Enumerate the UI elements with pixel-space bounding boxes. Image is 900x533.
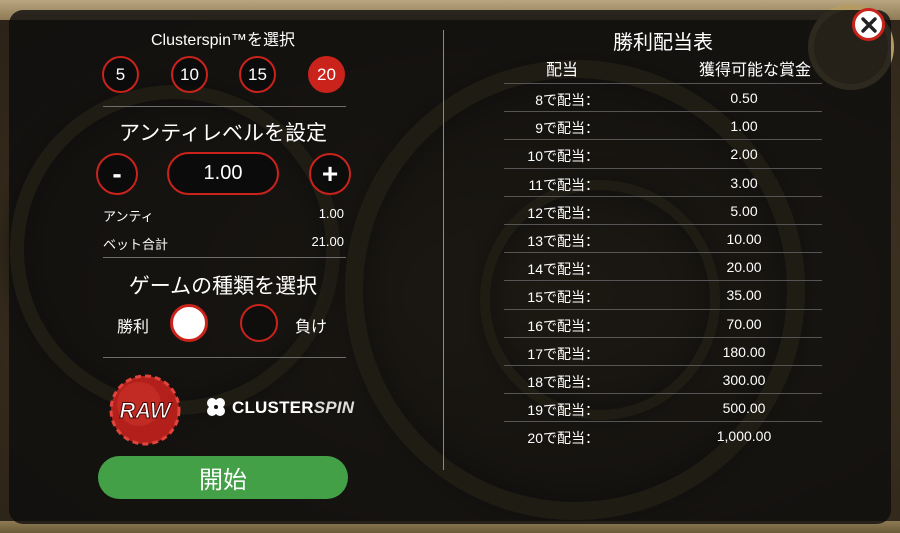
paytable-row-value: 180.00: [722, 343, 766, 360]
paytable-row: 10で配当： 2.00: [504, 139, 822, 167]
paytable-row: 20で配当： 1,000.00: [504, 421, 822, 449]
raw-logo: RAW: [109, 374, 181, 446]
ante-label: アンティ: [103, 209, 154, 224]
paytable-row: 11で配当： 3.00: [504, 167, 822, 196]
ante-decrease-button[interactable]: -: [96, 153, 138, 195]
paytable-row-label: 17で配当：: [527, 345, 599, 362]
paytable-row-label: 14で配当：: [527, 261, 599, 278]
paytable-row-label: 16で配当：: [527, 317, 599, 334]
clover-icon: [207, 398, 225, 416]
paytable-row-value: 1.00: [730, 118, 758, 135]
paytable-row-value: 500.00: [722, 400, 766, 417]
close-button[interactable]: [852, 8, 885, 41]
paytable-row: 17で配当： 180.00: [504, 336, 822, 365]
ante-increase-button[interactable]: +: [309, 153, 351, 195]
win-radio[interactable]: [170, 304, 208, 342]
paytable-row-value: 0.50: [730, 90, 758, 106]
paytable-row-value: 10.00: [726, 230, 762, 247]
paytable-row-label: 10で配当：: [527, 148, 599, 165]
clusterspin-title: Clusterspin™を選択: [150, 32, 296, 49]
close-icon: [860, 16, 877, 33]
paytable-row: 16で配当： 70.00: [504, 308, 822, 337]
paytable-row-label: 18で配当：: [527, 373, 599, 390]
paytable-row-label: 12で配当：: [527, 204, 599, 221]
clusterspin-option-20[interactable]: 20: [308, 56, 345, 93]
panel-divider: [443, 30, 444, 470]
paytable-row-value: 2.00: [730, 146, 758, 163]
paytable-row: 18で配当： 300.00: [504, 364, 822, 393]
paytable-row: 13で配当： 10.00: [504, 223, 822, 252]
bet-settings-panel: Clusterspin™を選択 5 10 15 20 アンティレベルを設定 - …: [0, 0, 443, 533]
paytable-row-label: 11で配当：: [528, 176, 599, 193]
paytable-row-value: 35.00: [726, 287, 762, 304]
paytable-row-label: 13で配当：: [527, 232, 599, 249]
paytable-col-prize: 獲得可能な賞金: [699, 62, 812, 79]
cs-logo-bold: CLUSTER: [232, 398, 314, 417]
clusterspin-option-5[interactable]: 5: [102, 56, 139, 93]
paytable-row-value: 1,000.00: [716, 428, 772, 445]
game-type-title: ゲームの種類を選択: [128, 275, 318, 298]
lose-radio[interactable]: [240, 304, 278, 342]
paytable-row-value: 70.00: [726, 315, 762, 332]
total-bet-label: ベット合計: [103, 237, 169, 252]
paytable-rows: 8で配当： 0.50 9で配当： 1.00 10で配当： 2.00 11で配当： 3.00 12…: [504, 83, 822, 449]
total-bet-amount: 21.00: [311, 234, 344, 249]
ante-value-display: 1.00: [167, 152, 279, 195]
ante-amount: 1.00: [318, 206, 344, 221]
paytable-row: 14で配当： 20.00: [504, 252, 822, 280]
paytable-row: 19で配当： 500.00: [504, 393, 822, 421]
paytable-row-value: 20.00: [726, 259, 762, 276]
cs-logo-italic: SPIN: [313, 398, 355, 417]
clusterspin-option-10[interactable]: 10: [171, 56, 208, 93]
divider: [103, 257, 346, 258]
paytable-col-payout: 配当: [546, 62, 579, 79]
clusterspin-option-15[interactable]: 15: [239, 56, 276, 93]
paytable-row: 15で配当： 35.00: [504, 280, 822, 308]
paytable-row-label: 8で配当：: [535, 92, 599, 108]
paytable-row-label: 19で配当：: [527, 402, 599, 419]
paytable-row-label: 20で配当：: [527, 430, 599, 447]
win-label: 勝利: [117, 319, 150, 336]
paytable-row: 12で配当： 5.00: [504, 195, 822, 224]
start-button[interactable]: 開始: [98, 456, 348, 499]
paytable-row: 8で配当： 0.50: [504, 83, 822, 111]
paytable-row-value: 300.00: [722, 371, 766, 388]
ante-level-title: アンティレベルを設定: [119, 122, 327, 145]
paytable-row: 9で配当： 1.00: [504, 111, 822, 139]
divider: [103, 106, 346, 107]
divider: [103, 357, 346, 358]
paytable-row-value: 3.00: [730, 174, 758, 191]
lose-label: 負け: [295, 319, 328, 336]
clusterspin-logo: CLUSTERSPIN: [203, 393, 354, 423]
paytable-row-label: 9で配当：: [535, 120, 599, 137]
paytable-header: 配当 獲得可能な賞金: [504, 56, 822, 80]
paytable-title: 勝利配当表: [613, 32, 713, 54]
paytable-row-value: 5.00: [730, 202, 758, 219]
svg-text:RAW: RAW: [119, 398, 173, 423]
paytable-row-label: 15で配当：: [527, 289, 599, 306]
